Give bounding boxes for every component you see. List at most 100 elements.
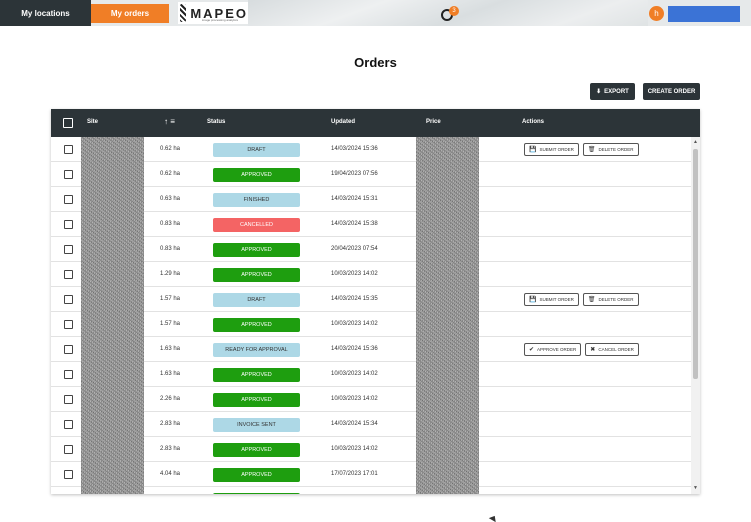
table-row[interactable]: 2.83 ha INVOICE SENT 14/03/2024 15:34 xyxy=(51,412,691,437)
table-row[interactable]: APPROVED xyxy=(51,487,691,494)
save-icon: 💾 xyxy=(529,297,537,303)
status-badge: READY FOR APPROVAL xyxy=(213,343,300,357)
table-row[interactable]: 0.83 ha APPROVED 20/04/2023 07:54 xyxy=(51,237,691,262)
table-row[interactable]: 4.04 ha APPROVED 17/07/2023 17:01 xyxy=(51,462,691,487)
notifications-button[interactable]: 3 xyxy=(441,6,459,21)
table-row[interactable]: 2.83 ha APPROVED 10/03/2023 14:02 xyxy=(51,437,691,462)
mouse-cursor-icon xyxy=(488,513,499,522)
status-badge: APPROVED xyxy=(213,443,300,457)
table-row[interactable]: 1.29 ha APPROVED 10/03/2023 14:02 xyxy=(51,262,691,287)
orders-table: Site ↑ ≡ Status Updated Price Actions 0.… xyxy=(51,109,700,494)
status-badge: INVOICE SENT xyxy=(213,418,300,432)
row-checkbox[interactable] xyxy=(64,295,73,304)
row-area: 1.57 ha xyxy=(159,296,181,302)
scroll-up-icon[interactable]: ▲ xyxy=(693,139,698,145)
row-updated: 14/03/2024 15:35 xyxy=(331,296,378,302)
row-checkbox[interactable] xyxy=(64,220,73,229)
create-order-button[interactable]: CREATE ORDER xyxy=(643,83,700,100)
table-row[interactable]: 1.57 ha APPROVED 10/03/2023 14:02 xyxy=(51,312,691,337)
row-checkbox[interactable] xyxy=(64,445,73,454)
cancel-order-button[interactable]: ✖ CANCEL ORDER xyxy=(585,343,639,356)
row-updated: 10/03/2023 14:02 xyxy=(331,396,378,402)
row-checkbox[interactable] xyxy=(64,370,73,379)
delete-order-button[interactable]: 🗑 DELETE ORDER xyxy=(582,143,639,156)
row-area: 1.57 ha xyxy=(159,321,181,327)
export-button[interactable]: ⬇ EXPORT xyxy=(590,83,635,100)
account-menu-button[interactable] xyxy=(668,6,740,22)
row-updated: 14/03/2024 15:34 xyxy=(331,421,378,427)
row-checkbox[interactable] xyxy=(64,320,73,329)
select-all-checkbox[interactable] xyxy=(63,118,73,128)
row-checkbox[interactable] xyxy=(64,170,73,179)
submit-order-button[interactable]: 💾 SUBMIT ORDER xyxy=(524,143,579,156)
delete-order-button[interactable]: 🗑 DELETE ORDER xyxy=(582,293,639,306)
status-badge: APPROVED xyxy=(213,393,300,407)
table-row[interactable]: 0.63 ha FINISHED 14/03/2024 15:31 xyxy=(51,187,691,212)
site-thumbnail-column xyxy=(81,137,144,494)
logo-text: MAPEO xyxy=(190,5,248,21)
row-checkbox[interactable] xyxy=(64,345,73,354)
row-checkbox[interactable] xyxy=(64,270,73,279)
user-avatar[interactable]: h xyxy=(649,6,664,21)
row-area: 1.63 ha xyxy=(159,371,181,377)
top-nav-bar: My locations My orders MAPEO image proce… xyxy=(0,0,751,26)
row-area: 1.63 ha xyxy=(159,346,181,352)
row-checkbox[interactable] xyxy=(64,145,73,154)
table-row[interactable]: 0.83 ha CANCELLED 14/03/2024 15:38 xyxy=(51,212,691,237)
row-updated: 14/03/2024 15:36 xyxy=(331,346,378,352)
status-badge: APPROVED xyxy=(213,243,300,257)
status-badge: APPROVED xyxy=(213,168,300,182)
table-row[interactable]: 2.26 ha APPROVED 10/03/2023 14:02 xyxy=(51,387,691,412)
row-area: 2.83 ha xyxy=(159,446,181,452)
trash-icon: 🗑 xyxy=(587,297,596,303)
row-updated: 10/03/2023 14:02 xyxy=(331,321,378,327)
row-updated: 10/03/2023 14:02 xyxy=(331,446,378,452)
table-row[interactable]: 0.62 ha DRAFT 14/03/2024 15:36 💾 SUBMIT ORDE… xyxy=(51,137,691,162)
row-area: 0.83 ha xyxy=(159,246,181,252)
status-badge: DRAFT xyxy=(213,293,300,307)
approve-order-button[interactable]: ✔ APPROVE ORDER xyxy=(524,343,582,356)
sort-area-icon[interactable]: ↑ ≡ xyxy=(164,117,175,126)
row-area: 0.62 ha xyxy=(159,171,181,177)
action-label: SUBMIT ORDER xyxy=(539,147,574,152)
row-updated: 10/03/2023 14:02 xyxy=(331,271,378,277)
row-checkbox[interactable] xyxy=(64,420,73,429)
row-checkbox[interactable] xyxy=(64,245,73,254)
row-updated: 10/03/2023 14:02 xyxy=(331,371,378,377)
row-area: 0.83 ha xyxy=(159,221,181,227)
table-row[interactable]: 1.57 ha DRAFT 14/03/2024 15:35 💾 SUBMIT ORDE… xyxy=(51,287,691,312)
table-row[interactable]: 0.62 ha APPROVED 19/04/2023 07:56 xyxy=(51,162,691,187)
action-label: SUBMIT ORDER xyxy=(539,297,574,302)
trash-icon: 🗑 xyxy=(587,147,596,153)
table-header: Site ↑ ≡ Status Updated Price Actions xyxy=(51,109,700,137)
row-actions: ✔ APPROVE ORDER ✖ CANCEL ORDER xyxy=(524,343,639,356)
row-area: 1.29 ha xyxy=(159,271,181,277)
action-label: DELETE ORDER xyxy=(598,297,634,302)
row-actions: 💾 SUBMIT ORDER 🗑 DELETE ORDER xyxy=(524,293,639,306)
tab-my-orders[interactable]: My orders xyxy=(91,4,169,23)
table-scrollbar[interactable]: ▲ ▼ xyxy=(691,137,700,494)
row-updated: 19/04/2023 07:56 xyxy=(331,171,378,177)
table-row[interactable]: 1.63 ha READY FOR APPROVAL 14/03/2024 15:3… xyxy=(51,337,691,362)
row-area: 4.04 ha xyxy=(159,471,181,477)
tab-my-locations[interactable]: My locations xyxy=(0,0,91,26)
row-updated: 14/03/2024 15:36 xyxy=(331,146,378,152)
row-area: 2.83 ha xyxy=(159,421,181,427)
status-badge: DRAFT xyxy=(213,143,300,157)
row-checkbox[interactable] xyxy=(64,395,73,404)
action-label: APPROVE ORDER xyxy=(537,347,577,352)
header-updated: Updated xyxy=(331,119,355,125)
table-row[interactable]: 1.63 ha APPROVED 10/03/2023 14:02 xyxy=(51,362,691,387)
row-updated: 14/03/2024 15:38 xyxy=(331,221,378,227)
scroll-thumb[interactable] xyxy=(693,149,698,379)
scroll-down-icon[interactable]: ▼ xyxy=(693,485,698,491)
row-updated: 14/03/2024 15:31 xyxy=(331,196,378,202)
submit-order-button[interactable]: 💾 SUBMIT ORDER xyxy=(524,293,579,306)
row-area: 0.63 ha xyxy=(159,196,181,202)
header-status: Status xyxy=(207,119,226,125)
logo-mark-icon xyxy=(180,4,187,22)
header-price: Price xyxy=(426,119,441,125)
mapeo-logo[interactable]: MAPEO image processing analytics xyxy=(178,2,248,24)
row-checkbox[interactable] xyxy=(64,195,73,204)
row-checkbox[interactable] xyxy=(64,470,73,479)
